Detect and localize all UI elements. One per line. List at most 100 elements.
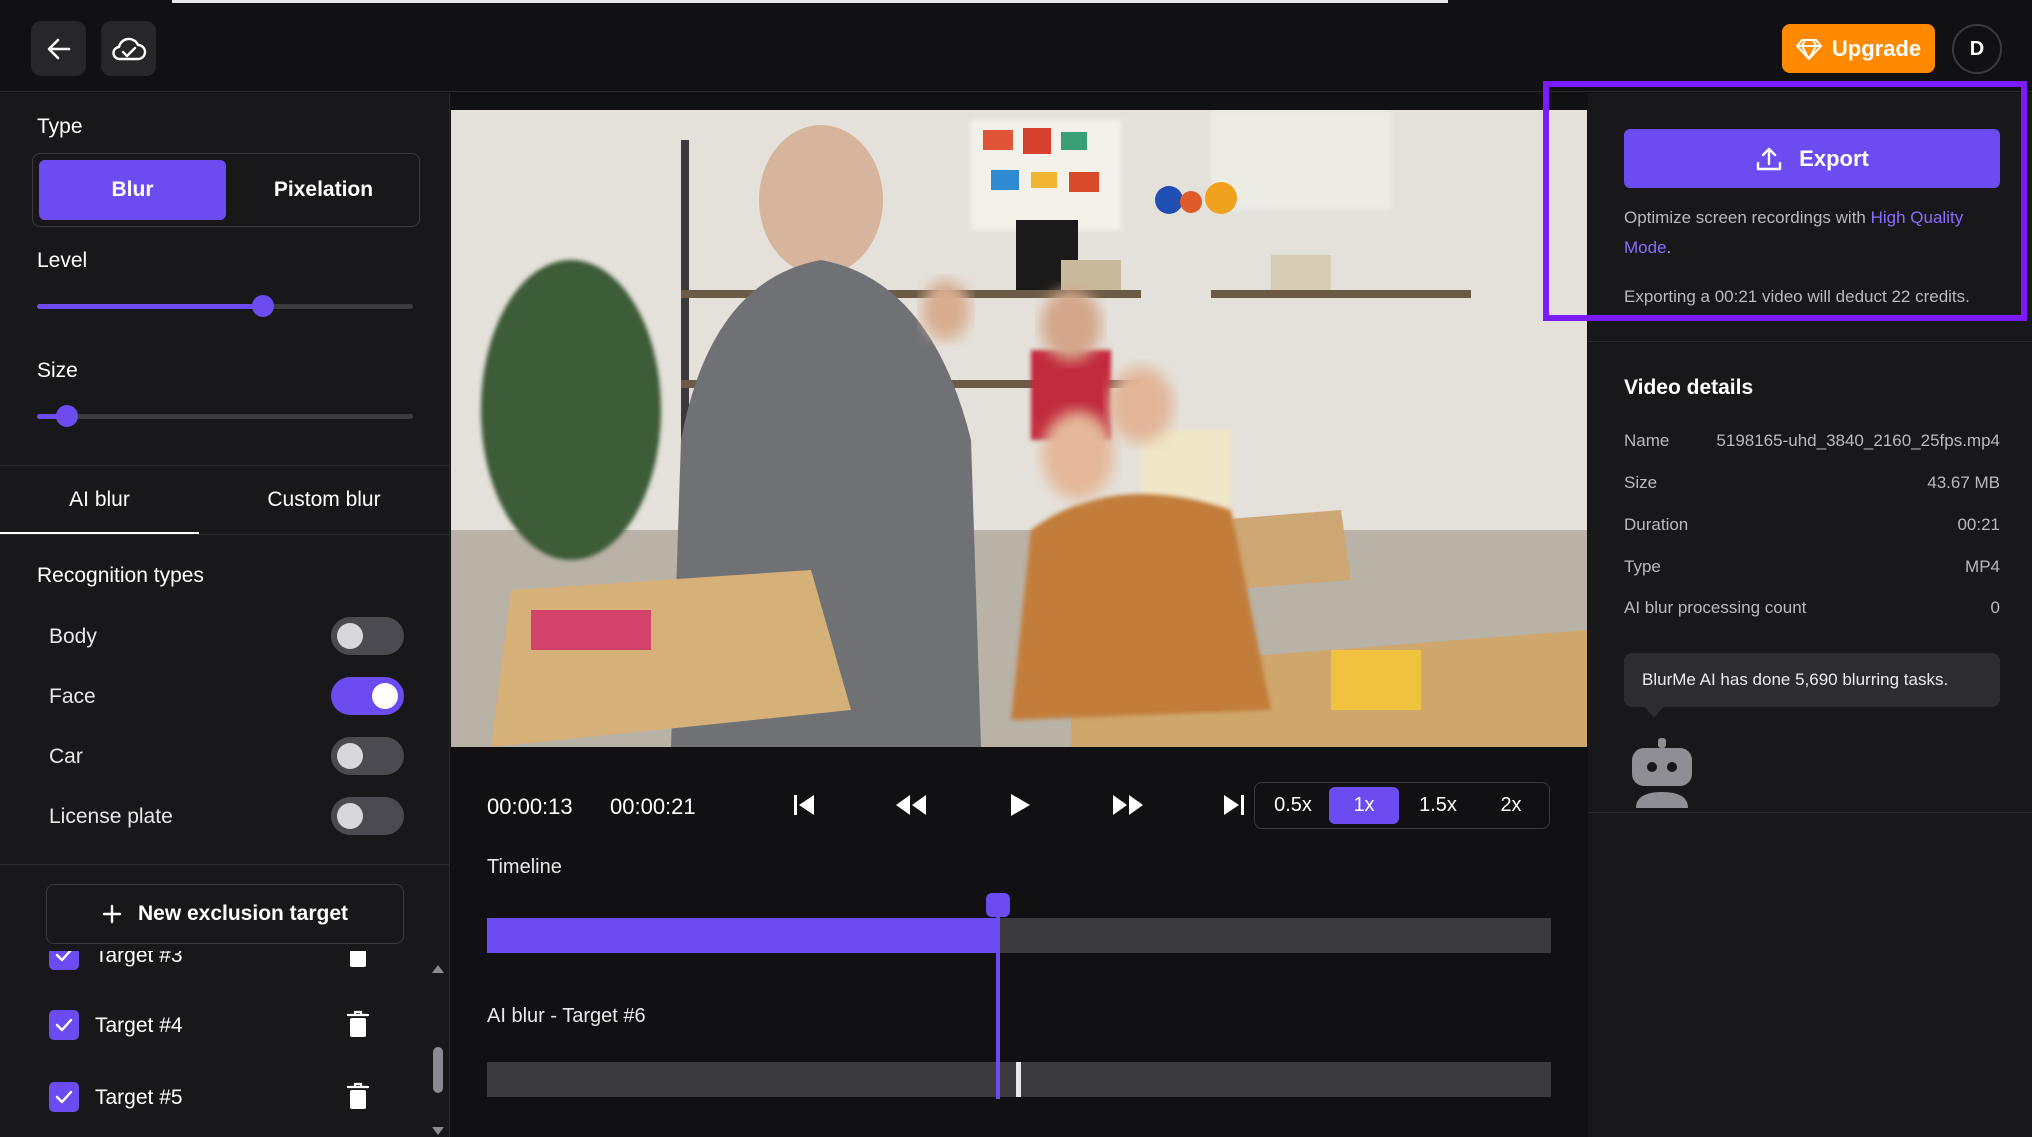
top-progress-line xyxy=(172,0,1448,3)
type-label: Type xyxy=(37,115,83,138)
target-row-5[interactable]: Target #5 xyxy=(49,1078,369,1118)
avatar[interactable]: D xyxy=(1952,24,2002,74)
speed-option-0-5x[interactable]: 0.5x xyxy=(1261,787,1325,824)
playhead-handle[interactable] xyxy=(986,893,1010,917)
size-slider[interactable] xyxy=(37,405,413,427)
recognition-label: License plate xyxy=(49,805,173,828)
detail-key: Size xyxy=(1624,473,1658,492)
video-details-title: Video details xyxy=(1624,376,1754,399)
timeline-progress xyxy=(487,918,998,953)
recognition-types-label: Recognition types xyxy=(37,564,204,587)
trash-icon[interactable] xyxy=(347,1010,369,1038)
ai-blur-track-label: AI blur - Target #6 xyxy=(487,1005,646,1027)
scroll-up-icon[interactable] xyxy=(430,962,446,976)
size-label: Size xyxy=(37,359,78,382)
skip-to-start-icon[interactable] xyxy=(791,792,817,818)
detail-value: 0 xyxy=(1990,598,2000,617)
tab-ai-blur[interactable]: AI blur xyxy=(0,465,199,535)
recognition-label: Car xyxy=(49,745,83,768)
detail-value: 5198165-uhd_3840_2160_25fps.mp4 xyxy=(1716,431,2000,450)
new-target-label: New exclusion target xyxy=(137,902,349,925)
trash-icon[interactable] xyxy=(347,1082,369,1110)
export-section-highlight xyxy=(1543,81,2027,321)
classroom-video-frame xyxy=(451,110,1587,747)
divider xyxy=(1588,341,2032,342)
timeline-label: Timeline xyxy=(487,856,562,878)
recognition-label: Face xyxy=(49,685,96,708)
scrollbar-thumb[interactable] xyxy=(433,1047,443,1093)
divider xyxy=(1588,812,2032,813)
recognition-row-body: Body xyxy=(49,617,404,657)
robot-mascot-icon xyxy=(1632,738,1692,808)
cloud-sync-button[interactable] xyxy=(101,21,156,76)
license-plate-toggle[interactable] xyxy=(331,797,404,835)
recognition-row-car: Car xyxy=(49,737,404,777)
cloud-check-icon xyxy=(111,37,146,60)
left-panel: Type Blur Pixelation Level Size AI blur … xyxy=(0,93,450,1137)
target-checkbox[interactable] xyxy=(49,1082,79,1112)
target-row-4[interactable]: Target #4 xyxy=(49,1006,369,1046)
level-slider[interactable] xyxy=(37,295,413,317)
new-exclusion-target-button[interactable]: New exclusion target xyxy=(46,884,404,944)
detail-key: Duration xyxy=(1624,515,1689,534)
current-time: 00:00:13 xyxy=(487,794,573,819)
video-preview[interactable] xyxy=(451,110,1587,747)
target-name: Target #5 xyxy=(95,1086,183,1109)
playhead-line xyxy=(996,894,1000,1099)
check-icon xyxy=(55,951,72,962)
divider xyxy=(0,534,449,535)
stats-speech-bubble: BlurMe AI has done 5,690 blurring tasks. xyxy=(1624,653,2000,707)
recognition-row-license-plate: License plate xyxy=(49,797,404,837)
skip-to-end-icon[interactable] xyxy=(1221,792,1247,818)
speed-option-2x[interactable]: 2x xyxy=(1477,787,1545,824)
type-option-blur[interactable]: Blur xyxy=(39,160,226,220)
playback-speed-selector: 0.5x 1x 1.5x 2x xyxy=(1254,782,1550,829)
tab-custom-blur[interactable]: Custom blur xyxy=(199,465,449,535)
detail-key: AI blur processing count xyxy=(1624,598,1807,617)
fast-forward-icon[interactable] xyxy=(1111,792,1145,818)
targets-list: Target #3 Target #4 Target #5 xyxy=(0,951,430,1137)
recognition-row-face: Face xyxy=(49,677,404,717)
level-slider-fill xyxy=(37,304,263,309)
level-slider-handle[interactable] xyxy=(252,295,274,317)
check-icon xyxy=(55,1090,73,1104)
speed-option-1x[interactable]: 1x xyxy=(1329,787,1399,824)
car-toggle[interactable] xyxy=(331,737,404,775)
upgrade-button[interactable]: Upgrade xyxy=(1782,24,1935,73)
trash-icon[interactable] xyxy=(347,951,369,968)
detail-key: Name xyxy=(1624,431,1670,450)
target-row-3[interactable]: Target #3 xyxy=(49,951,369,976)
target-segment-marker[interactable] xyxy=(1016,1062,1021,1097)
targets-scrollbar[interactable] xyxy=(430,962,448,1137)
ai-blur-target-track[interactable] xyxy=(487,1062,1551,1097)
detail-value: MP4 xyxy=(1965,557,2000,576)
divider xyxy=(0,864,449,865)
recognition-label: Body xyxy=(49,625,97,648)
target-name: Target #3 xyxy=(95,951,183,967)
arrow-left-icon xyxy=(47,38,70,59)
detail-value: 00:21 xyxy=(1957,515,2000,534)
face-toggle[interactable] xyxy=(331,677,404,715)
upgrade-label: Upgrade xyxy=(1831,35,1922,61)
detail-key: Type xyxy=(1624,557,1661,576)
back-button[interactable] xyxy=(31,21,86,76)
total-time: 00:00:21 xyxy=(610,794,696,819)
level-label: Level xyxy=(37,249,88,272)
size-slider-handle[interactable] xyxy=(56,405,78,427)
rewind-icon[interactable] xyxy=(894,792,928,818)
plus-icon xyxy=(102,904,122,924)
player-controls: 00:00:13 00:00:21 0.5x 1x 1.5x 2x Timeli… xyxy=(451,760,1587,1137)
play-icon[interactable] xyxy=(1008,792,1032,818)
body-toggle[interactable] xyxy=(331,617,404,655)
type-option-pixelation[interactable]: Pixelation xyxy=(232,160,415,220)
target-checkbox[interactable] xyxy=(49,1010,79,1040)
target-checkbox[interactable] xyxy=(49,951,79,970)
scroll-down-icon[interactable] xyxy=(430,1124,446,1137)
top-bar: Upgrade D xyxy=(0,0,2032,92)
diamond-icon xyxy=(1795,38,1822,60)
timeline-track[interactable] xyxy=(487,918,1551,953)
check-icon xyxy=(55,1018,73,1032)
target-name: Target #4 xyxy=(95,1014,183,1037)
speech-bubble-tail xyxy=(1644,706,1664,718)
speed-option-1-5x[interactable]: 1.5x xyxy=(1403,787,1473,824)
